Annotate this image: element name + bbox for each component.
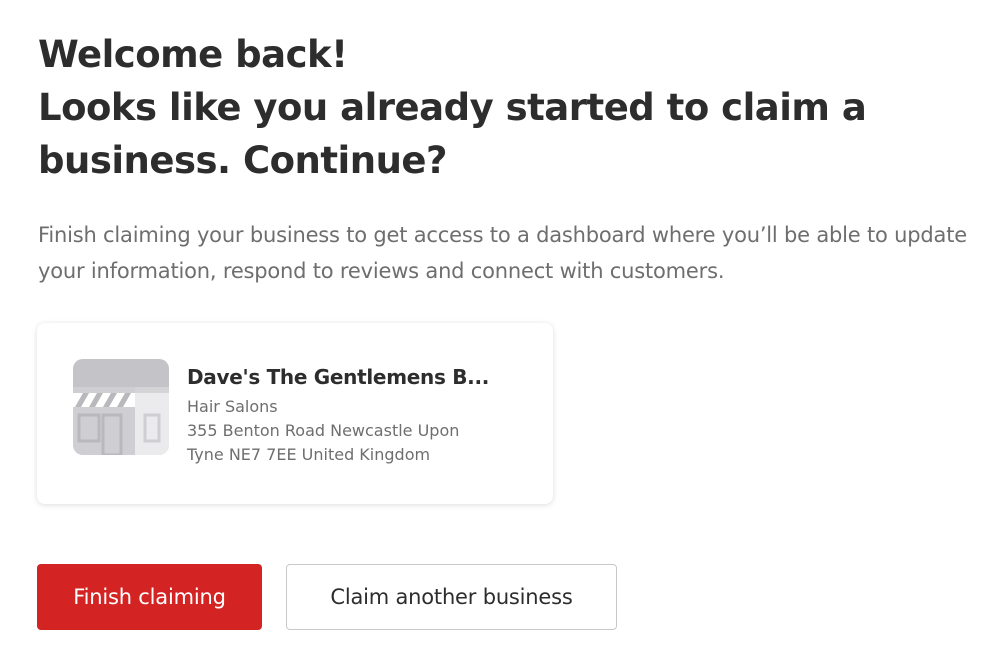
business-name: Dave's The Gentlemens B...: [187, 365, 490, 389]
title-line-1: Welcome back!: [38, 33, 348, 76]
claim-another-business-button[interactable]: Claim another business: [286, 564, 617, 630]
page-description: Finish claiming your business to get acc…: [38, 223, 967, 283]
page-title: Welcome back! Looks like you already sta…: [38, 28, 968, 187]
business-card: Dave's The Gentlemens B... Hair Salons 3…: [37, 323, 553, 504]
business-info: Dave's The Gentlemens B... Hair Salons 3…: [187, 362, 527, 467]
title-line-3: business. Continue?: [38, 139, 447, 182]
finish-claiming-button[interactable]: Finish claiming: [37, 564, 262, 630]
title-line-2: Looks like you already started to claim …: [38, 86, 867, 129]
business-address-line1: 355 Benton Road Newcastle Upon: [187, 421, 460, 440]
business-category: Hair Salons: [187, 397, 278, 416]
claim-continue-page: Welcome back! Looks like you already sta…: [38, 28, 968, 283]
business-address-line2: Tyne NE7 7EE United Kingdom: [187, 445, 431, 464]
storefront-icon: [73, 359, 169, 455]
